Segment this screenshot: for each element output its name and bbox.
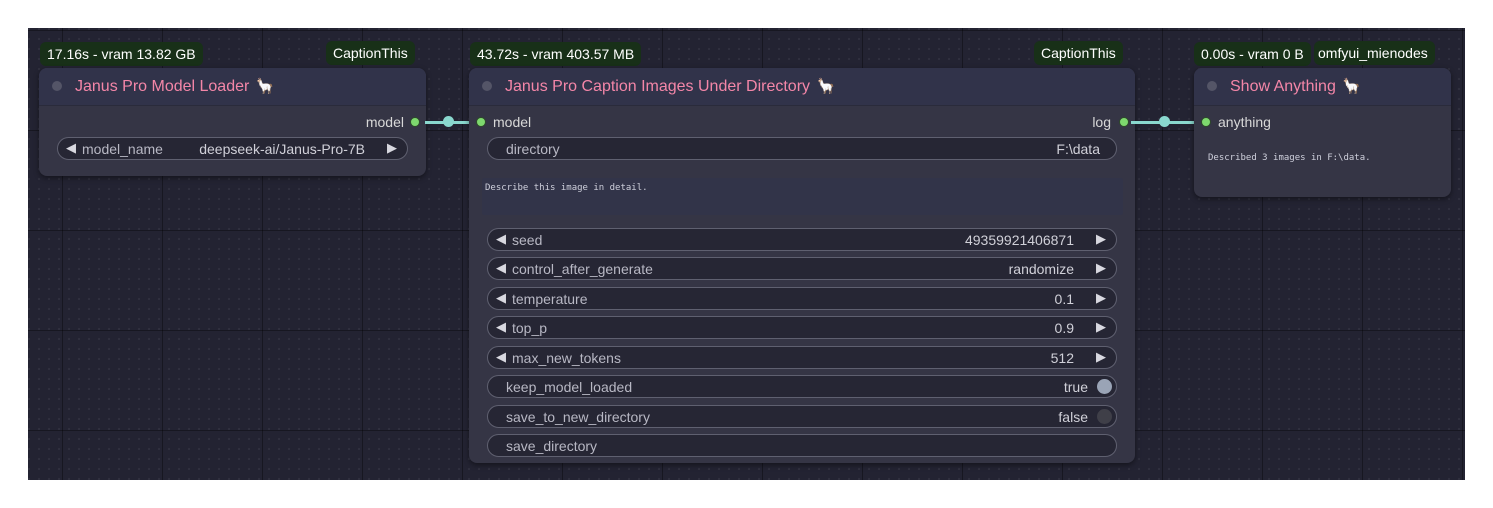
widget-value: F:\data bbox=[1056, 141, 1100, 157]
node-collapse-dot[interactable] bbox=[1207, 81, 1217, 91]
widget-label: keep_model_loaded bbox=[506, 379, 633, 395]
output-text-display: Described 3 images in F:\data. bbox=[1208, 153, 1371, 163]
node-source-badge: CaptionThis bbox=[1034, 41, 1123, 65]
max-new-tokens-number-widget[interactable]: ◀ max_new_tokens 512 ▶ bbox=[487, 346, 1117, 369]
execution-time-badge: 0.00s - vram 0 B bbox=[1194, 42, 1311, 66]
widget-label: seed bbox=[512, 232, 543, 248]
output-slot-dot[interactable] bbox=[410, 117, 420, 127]
widget-label: max_new_tokens bbox=[512, 350, 621, 366]
input-slot-dot[interactable] bbox=[1201, 117, 1211, 127]
node-collapse-dot[interactable] bbox=[482, 81, 492, 91]
increment-arrow-icon[interactable]: ▶ bbox=[1096, 319, 1106, 335]
top-p-number-widget[interactable]: ◀ top_p 0.9 ▶ bbox=[487, 316, 1117, 339]
increment-arrow-icon[interactable]: ▶ bbox=[1096, 349, 1106, 365]
show-anything-node[interactable]: Show Anything 🦙 anything Described 3 ima… bbox=[1194, 68, 1451, 197]
node-title: Janus Pro Model Loader 🦙 bbox=[75, 78, 275, 95]
seed-number-widget[interactable]: ◀ seed 49359921406871 ▶ bbox=[487, 228, 1117, 251]
llama-icon: 🦙 bbox=[1342, 78, 1361, 95]
widget-label: top_p bbox=[512, 320, 548, 336]
toggle-knob-off[interactable] bbox=[1097, 409, 1112, 424]
widget-value: 512 bbox=[1050, 350, 1074, 366]
model-loader-node[interactable]: Janus Pro Model Loader 🦙 model ◀ model_n… bbox=[39, 68, 426, 176]
caption-images-node[interactable]: Janus Pro Caption Images Under Directory… bbox=[469, 68, 1135, 463]
increment-arrow-icon[interactable]: ▶ bbox=[387, 140, 397, 156]
widget-label: model_name bbox=[82, 141, 163, 157]
model-name-combo[interactable]: ◀ model_name deepseek-ai/Janus-Pro-7B ▶ bbox=[57, 137, 408, 160]
widget-label: temperature bbox=[512, 291, 588, 307]
increment-arrow-icon[interactable]: ▶ bbox=[1096, 231, 1106, 247]
execution-time-badge: 43.72s - vram 403.57 MB bbox=[470, 42, 642, 66]
decrement-arrow-icon[interactable]: ◀ bbox=[496, 349, 506, 365]
output-slot-label: model bbox=[365, 114, 404, 130]
input-slot-dot[interactable] bbox=[476, 117, 486, 127]
save-directory-input[interactable]: save_directory bbox=[487, 434, 1117, 457]
node-source-badge: omfyui_mienodes bbox=[1314, 41, 1435, 65]
link-midpoint[interactable] bbox=[443, 116, 454, 127]
decrement-arrow-icon[interactable]: ◀ bbox=[66, 140, 76, 156]
decrement-arrow-icon[interactable]: ◀ bbox=[496, 290, 506, 306]
widget-label: save_to_new_directory bbox=[506, 409, 650, 425]
widget-value: randomize bbox=[1008, 261, 1074, 277]
widget-value: deepseek-ai/Janus-Pro-7B bbox=[199, 141, 365, 157]
increment-arrow-icon[interactable]: ▶ bbox=[1096, 260, 1106, 276]
increment-arrow-icon[interactable]: ▶ bbox=[1096, 290, 1106, 306]
prompt-textarea[interactable]: Describe this image in detail. bbox=[482, 178, 1123, 215]
node-header[interactable]: Janus Pro Model Loader 🦙 bbox=[39, 68, 426, 106]
llama-icon: 🦙 bbox=[255, 78, 275, 95]
node-source-badge: CaptionThis bbox=[326, 41, 415, 65]
node-title: Janus Pro Caption Images Under Directory… bbox=[505, 78, 836, 95]
widget-value: 0.9 bbox=[1054, 320, 1074, 336]
link-midpoint[interactable] bbox=[1159, 116, 1170, 127]
llama-icon: 🦙 bbox=[816, 78, 836, 95]
node-collapse-dot[interactable] bbox=[52, 81, 62, 91]
node-graph-canvas[interactable]: 17.16s - vram 13.82 GB CaptionThis Janus… bbox=[28, 28, 1465, 480]
decrement-arrow-icon[interactable]: ◀ bbox=[496, 260, 506, 276]
input-slot-label: anything bbox=[1218, 114, 1271, 130]
temperature-number-widget[interactable]: ◀ temperature 0.1 ▶ bbox=[487, 287, 1117, 310]
output-slot-label: log bbox=[1092, 114, 1111, 130]
widget-value: 0.1 bbox=[1054, 291, 1074, 307]
control-after-generate-combo[interactable]: ◀ control_after_generate randomize ▶ bbox=[487, 257, 1117, 280]
keep-model-loaded-toggle[interactable]: keep_model_loaded true bbox=[487, 375, 1117, 398]
widget-label: control_after_generate bbox=[512, 261, 653, 277]
toggle-knob-on[interactable] bbox=[1097, 379, 1112, 394]
widget-label: directory bbox=[506, 141, 560, 157]
widget-label: save_directory bbox=[506, 438, 598, 454]
node-header[interactable]: Janus Pro Caption Images Under Directory… bbox=[469, 68, 1135, 106]
decrement-arrow-icon[interactable]: ◀ bbox=[496, 319, 506, 335]
input-slot-label: model bbox=[493, 114, 532, 130]
save-to-new-directory-toggle[interactable]: save_to_new_directory false bbox=[487, 405, 1117, 428]
widget-value: false bbox=[1058, 409, 1088, 425]
output-slot-dot[interactable] bbox=[1119, 117, 1129, 127]
node-title: Show Anything 🦙 bbox=[1230, 78, 1361, 95]
execution-time-badge: 17.16s - vram 13.82 GB bbox=[40, 42, 203, 66]
widget-value: 49359921406871 bbox=[964, 232, 1074, 248]
decrement-arrow-icon[interactable]: ◀ bbox=[496, 231, 506, 247]
widget-value: true bbox=[1063, 379, 1088, 395]
node-header[interactable]: Show Anything 🦙 bbox=[1194, 68, 1451, 106]
directory-input[interactable]: directory F:\data bbox=[487, 137, 1117, 160]
